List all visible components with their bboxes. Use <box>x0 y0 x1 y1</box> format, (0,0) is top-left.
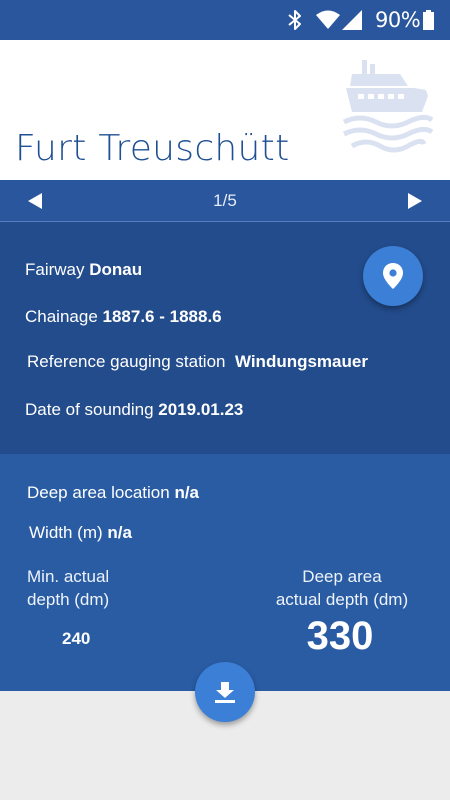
page-indicator: 1/5 <box>213 191 237 210</box>
deep-depth-label: Deep area actual depth (dm) <box>260 565 424 611</box>
triangle-right-icon[interactable] <box>405 191 425 211</box>
deep-depth-value: 330 <box>306 614 374 658</box>
deep-area-location-value: n/a <box>174 483 200 502</box>
min-depth-label-line2: depth (dm) <box>27 590 110 609</box>
bluetooth-icon <box>288 10 301 30</box>
ship-icon <box>342 60 433 153</box>
min-depth-value: 240 <box>62 629 91 648</box>
chainage-row: Chainage 1887.6 - 1888.6 <box>25 307 222 327</box>
header: Furt Treuschütt <box>0 40 450 180</box>
page-title: Furt Treuschütt <box>15 128 290 169</box>
wifi-icon <box>316 10 340 29</box>
deep-depth-label-line1: Deep area <box>302 567 382 586</box>
pager: 1/5 <box>0 180 450 222</box>
min-depth-label-line1: Min. actual <box>27 567 110 586</box>
info-panel: Fairway Donau Chainage 1887.6 - 1888.6 R… <box>0 222 450 454</box>
gauging-station-row: Reference gauging station Windungsmauer <box>27 352 368 372</box>
map-button[interactable] <box>363 246 423 306</box>
gauging-station-value: Windungsmauer <box>234 352 368 371</box>
deep-area-panel: Deep area location n/a Width (m) n/a Min… <box>0 454 450 691</box>
fairway-row: Fairway Donau <box>25 260 142 280</box>
deep-area-location-row: Deep area location n/a <box>27 483 199 503</box>
download-button[interactable] <box>195 662 255 722</box>
width-value: n/a <box>107 523 132 542</box>
width-row: Width (m) n/a <box>29 523 132 543</box>
battery-percentage: 90% <box>375 8 421 32</box>
sounding-date-row: Date of sounding 2019.01.23 <box>25 400 243 420</box>
status-bar: 90% <box>0 0 450 40</box>
gauging-station-label: Reference gauging station <box>27 352 226 371</box>
min-depth-label: Min. actual depth (dm) <box>27 565 109 611</box>
sounding-date-value: 2019.01.23 <box>158 400 244 419</box>
download-icon <box>215 682 235 703</box>
chainage-value: 1887.6 - 1888.6 <box>102 307 222 326</box>
battery-icon <box>423 10 434 30</box>
fairway-label: Fairway <box>25 260 85 279</box>
deep-area-location-label: Deep area location <box>27 483 170 502</box>
deep-depth-label-line2: actual depth (dm) <box>275 590 409 609</box>
sounding-date-label: Date of sounding <box>25 400 154 419</box>
fairway-value: Donau <box>89 260 143 279</box>
width-label: Width (m) <box>29 523 103 542</box>
chainage-label: Chainage <box>25 307 98 326</box>
location-pin-icon <box>383 263 403 289</box>
signal-icon <box>342 10 362 30</box>
